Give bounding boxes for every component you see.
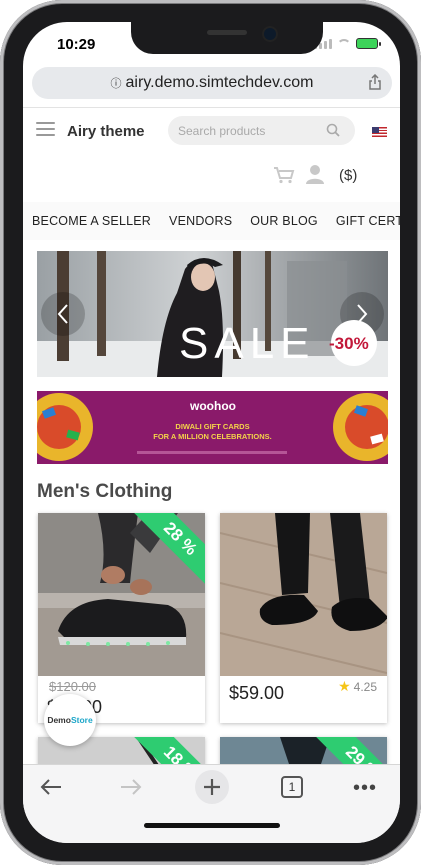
battery-icon [356,38,381,49]
wifi-icon [337,38,351,49]
browser-toolbar: 1 ••• [23,764,400,843]
back-arrow-icon[interactable] [39,777,63,797]
product-card[interactable]: 28 % $120.00 $86.00 [38,513,205,723]
product-price: $59.00 [229,683,285,703]
gift-card-line1: DIWALI GIFT CARDS [175,422,250,431]
star-icon: ★ [338,678,351,694]
main-nav: BECOME A SELLER VENDORS OUR BLOG GIFT CE… [23,202,400,240]
demo-badge-part1: Demo [47,715,71,725]
site-info-icon: ⓘ [110,78,122,90]
product-rating: ★ 4.25 [338,678,377,695]
woohoo-logo: woohoo [190,399,236,413]
divider [23,107,400,108]
old-price: $120.00 [49,679,96,694]
product-card[interactable]: $59.00 ★ 4.25 [220,513,387,723]
more-menu-icon[interactable]: ••• [353,777,377,800]
forward-arrow-icon[interactable] [119,777,143,797]
sale-discount: -30% [329,334,369,353]
product-image[interactable]: 28 % [38,513,205,676]
address-bar[interactable]: ⓘ airy.demo.simtechdev.com [32,67,392,99]
plus-icon [204,779,220,795]
share-icon[interactable] [368,74,382,90]
nav-item-become-seller[interactable]: BECOME A SELLER [32,214,151,228]
home-indicator [144,823,280,828]
sale-banner[interactable]: SALE -30% [37,251,388,377]
rating-value: 4.25 [353,679,377,694]
speaker [207,30,247,35]
gift-card-banner[interactable]: woohoo DIWALI GIFT CARDS FOR A MILLION C… [37,391,388,464]
nav-item-vendors[interactable]: VENDORS [169,214,232,228]
gift-card-line2: FOR A MILLION CELEBRATIONS. [153,432,272,441]
nav-item-gift-certificates[interactable]: GIFT CERTIFICATES [336,214,400,228]
phone-frame: 10:29 ⓘ airy.demo.simtechdev.com Airy th… [0,0,421,865]
notch [131,22,323,54]
status-icons [314,38,381,49]
search-icon[interactable] [326,123,340,137]
new-tab-button[interactable] [195,770,229,804]
us-flag-icon[interactable] [372,127,387,137]
product-image[interactable] [220,513,387,676]
url-text: airy.demo.simtechdev.com [125,74,314,91]
camera [264,28,276,40]
demo-badge-part2: Store [70,715,93,725]
cart-icon[interactable] [273,166,295,184]
user-icon[interactable] [305,164,325,184]
hamburger-menu-icon[interactable] [36,122,55,136]
tab-count-button[interactable]: 1 [281,776,303,798]
status-time: 10:29 [57,36,96,53]
site-brand[interactable]: Airy theme [67,123,145,140]
screen: 10:29 ⓘ airy.demo.simtechdev.com Airy th… [23,22,400,843]
section-title: Men's Clothing [37,481,173,502]
sale-text: SALE [179,319,316,368]
nav-item-blog[interactable]: OUR BLOG [250,214,318,228]
demo-store-badge[interactable]: Demo Store [44,694,96,746]
currency-selector[interactable]: ($) [339,167,357,184]
